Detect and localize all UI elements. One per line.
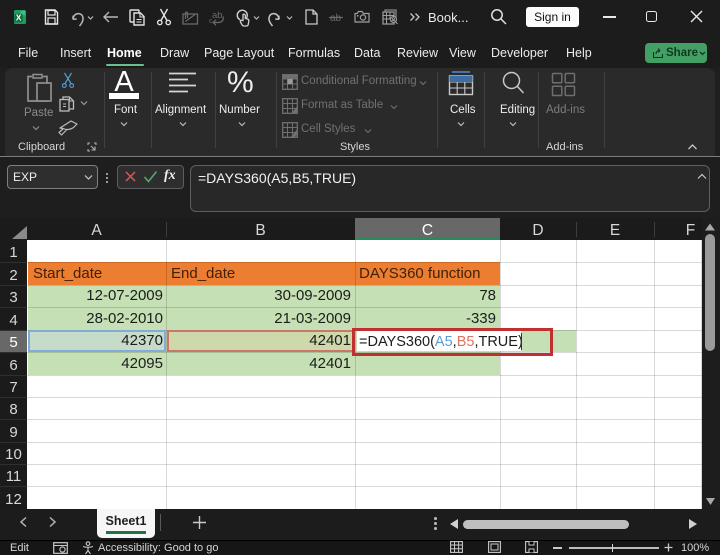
svg-text:c: c [209, 18, 213, 25]
svg-text:ab: ab [212, 10, 223, 21]
svg-text:ab: ab [330, 13, 342, 24]
svg-text:X: X [16, 13, 22, 23]
